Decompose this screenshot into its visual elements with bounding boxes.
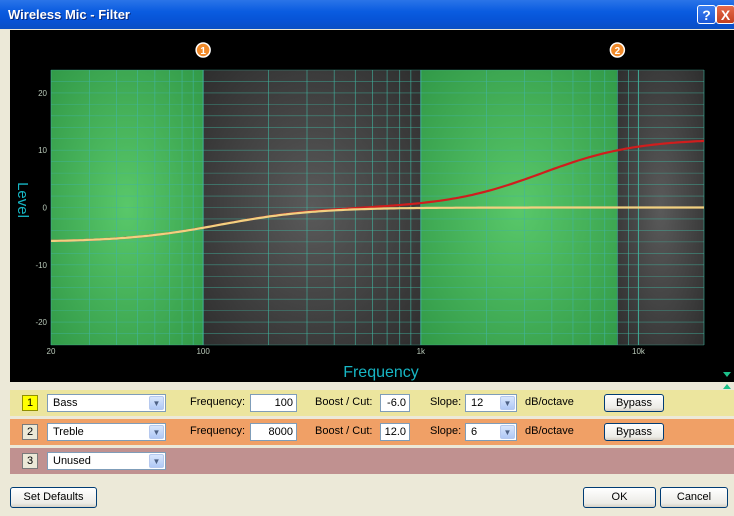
- slope-select[interactable]: 6 ▼: [465, 423, 517, 441]
- band-number[interactable]: 2: [22, 424, 38, 440]
- chevron-down-icon[interactable]: ▼: [149, 454, 164, 468]
- frequency-response-plot[interactable]: 20 10 0 -10 -20 20 100 1k 10k 12 Level Frequency: [10, 30, 734, 382]
- slope-unit-label: dB/octave: [525, 425, 574, 437]
- slope-value: 12: [471, 397, 484, 409]
- scroll-down-icon[interactable]: [723, 372, 731, 377]
- frequency-label: Frequency:: [190, 425, 246, 437]
- y-tick-label: 0: [43, 204, 48, 213]
- boost-cut-label: Boost / Cut:: [315, 396, 373, 408]
- set-defaults-button[interactable]: Set Defaults: [10, 487, 97, 508]
- boost-cut-label: Boost / Cut:: [315, 425, 373, 437]
- chevron-down-icon[interactable]: ▼: [500, 425, 515, 439]
- y-tick-label: 10: [38, 146, 47, 155]
- y-tick-label: 20: [38, 89, 47, 98]
- band-type-value: Treble: [53, 426, 84, 438]
- y-tick-label: -20: [35, 318, 47, 327]
- bypass-button[interactable]: Bypass: [604, 423, 664, 441]
- x-tick-label: 100: [196, 347, 210, 356]
- band-row-2: 2 Treble ▼ Frequency: 8000 Boost / Cut: …: [10, 419, 734, 445]
- y-axis-label: Level: [14, 182, 31, 218]
- x-tick-label: 20: [47, 347, 56, 356]
- filter-dialog: Wireless Mic - Filter ? X 20 10 0 -10 -2…: [0, 0, 734, 516]
- x-tick-label: 1k: [417, 347, 426, 356]
- x-tick-label: 10k: [632, 347, 646, 356]
- band-type-value: Bass: [53, 397, 78, 409]
- band-type-value: Unused: [53, 455, 91, 467]
- frequency-input[interactable]: 100: [250, 394, 297, 412]
- chevron-down-icon[interactable]: ▼: [149, 396, 164, 410]
- band-marker-label: 1: [200, 46, 206, 57]
- band-number[interactable]: 3: [22, 453, 38, 469]
- slope-select[interactable]: 12 ▼: [465, 394, 517, 412]
- close-button[interactable]: X: [716, 5, 734, 24]
- band-marker-label: 2: [615, 46, 621, 57]
- band-type-select[interactable]: Bass ▼: [47, 394, 166, 412]
- boost-cut-input[interactable]: 12.0: [380, 423, 410, 441]
- boost-cut-input[interactable]: -6.0: [380, 394, 410, 412]
- slope-unit-label: dB/octave: [525, 396, 574, 408]
- cancel-button[interactable]: Cancel: [660, 487, 728, 508]
- x-axis-label: Frequency: [343, 364, 419, 381]
- title-bar: Wireless Mic - Filter ? X: [0, 0, 734, 29]
- frequency-label: Frequency:: [190, 396, 246, 408]
- frequency-input[interactable]: 8000: [250, 423, 297, 441]
- band-row-1: 1 Bass ▼ Frequency: 100 Boost / Cut: -6.…: [10, 390, 734, 416]
- window-title: Wireless Mic - Filter: [8, 7, 130, 22]
- ok-button[interactable]: OK: [583, 487, 656, 508]
- eq-curve-chart[interactable]: 20100-10-2020 100 1k 10k 12 Level Frequency: [10, 30, 734, 382]
- chevron-down-icon[interactable]: ▼: [500, 396, 515, 410]
- help-button[interactable]: ?: [697, 5, 716, 24]
- band-row-3: 3 Unused ▼: [10, 448, 734, 474]
- y-tick-label: -10: [35, 261, 47, 270]
- scroll-up-icon[interactable]: [723, 384, 731, 389]
- band-number[interactable]: 1: [22, 395, 38, 411]
- band-type-select[interactable]: Treble ▼: [47, 423, 166, 441]
- chevron-down-icon[interactable]: ▼: [149, 425, 164, 439]
- slope-value: 6: [471, 426, 478, 438]
- bypass-button[interactable]: Bypass: [604, 394, 664, 412]
- slope-label: Slope:: [430, 396, 462, 408]
- band-type-select[interactable]: Unused ▼: [47, 452, 166, 470]
- slope-label: Slope:: [430, 425, 462, 437]
